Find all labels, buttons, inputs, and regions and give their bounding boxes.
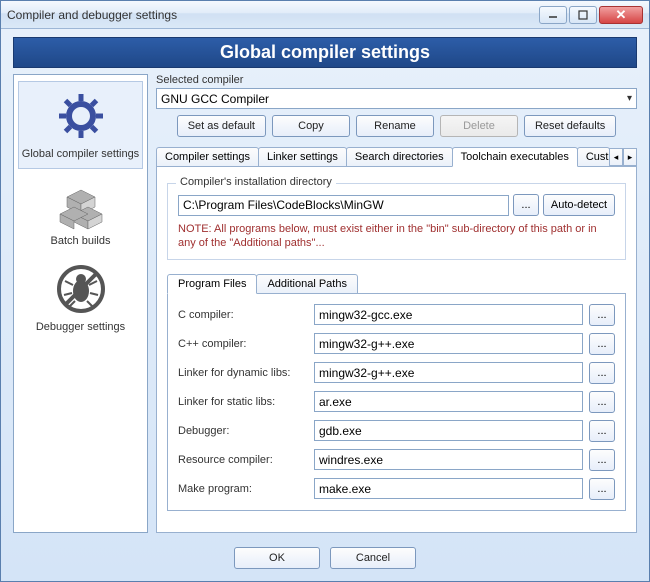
browse-resource-compiler[interactable]: ... [589, 449, 615, 471]
browse-make-program[interactable]: ... [589, 478, 615, 500]
tab-custom-vars[interactable]: Custom va [577, 147, 610, 166]
install-dir-value: C:\Program Files\CodeBlocks\MinGW [183, 198, 384, 212]
field-label: Linker for dynamic libs: [178, 367, 308, 379]
selected-compiler-label: Selected compiler [156, 74, 637, 86]
tab-scroll-left[interactable]: ◂ [609, 148, 623, 166]
close-button[interactable]: ✕ [599, 6, 643, 24]
no-bug-icon [20, 259, 141, 319]
sidebar-item-label: Global compiler settings [21, 148, 140, 160]
window-title: Compiler and debugger settings [7, 8, 539, 22]
program-files-panel: C compiler: mingw32-gcc.exe ... C++ comp… [167, 293, 626, 511]
browse-cpp-compiler[interactable]: ... [589, 333, 615, 355]
field-make-program: Make program: make.exe ... [178, 478, 615, 500]
minimize-icon [548, 11, 558, 19]
browse-c-compiler[interactable]: ... [589, 304, 615, 326]
tab-toolchain-executables[interactable]: Toolchain executables [452, 147, 578, 167]
inner-tab-program-files[interactable]: Program Files [167, 274, 257, 294]
toolchain-panel: Compiler's installation directory C:\Pro… [156, 166, 637, 533]
bricks-icon [20, 173, 141, 233]
field-debugger: Debugger: gdb.exe ... [178, 420, 615, 442]
selected-compiler-value: GNU GCC Compiler [161, 92, 269, 106]
install-dir-row: C:\Program Files\CodeBlocks\MinGW ... Au… [178, 194, 615, 216]
install-dir-groupbox: Compiler's installation directory C:\Pro… [167, 183, 626, 260]
sidebar-item-debugger[interactable]: Debugger settings [18, 255, 143, 341]
tab-scroll-arrows: ◂ ▸ [609, 148, 637, 166]
browse-dir-button[interactable]: ... [513, 194, 539, 216]
gear-icon [21, 86, 140, 146]
copy-button[interactable]: Copy [272, 115, 350, 137]
install-dir-title: Compiler's installation directory [176, 176, 336, 188]
minimize-button[interactable] [539, 6, 567, 24]
reset-defaults-button[interactable]: Reset defaults [524, 115, 616, 137]
tab-compiler-settings[interactable]: Compiler settings [156, 147, 259, 166]
inner-tab-additional-paths[interactable]: Additional Paths [256, 274, 358, 293]
browse-linker-static[interactable]: ... [589, 391, 615, 413]
debugger-input[interactable]: gdb.exe [314, 420, 583, 441]
field-c-compiler: C compiler: mingw32-gcc.exe ... [178, 304, 615, 326]
tab-scroll-right[interactable]: ▸ [623, 148, 637, 166]
maximize-button[interactable] [569, 6, 597, 24]
sidebar: Global compiler settings [13, 74, 148, 533]
chevron-right-icon: ▸ [628, 152, 633, 163]
c-compiler-input[interactable]: mingw32-gcc.exe [314, 304, 583, 325]
field-linker-dynamic: Linker for dynamic libs: mingw32-g++.exe… [178, 362, 615, 384]
field-label: Linker for static libs: [178, 396, 308, 408]
window-buttons: ✕ [539, 6, 643, 24]
compiler-button-row: Set as default Copy Rename Delete Reset … [156, 115, 637, 137]
linker-static-input[interactable]: ar.exe [314, 391, 583, 412]
sidebar-item-label: Debugger settings [20, 321, 141, 333]
settings-window: Compiler and debugger settings ✕ Global … [0, 0, 650, 582]
field-label: Resource compiler: [178, 454, 308, 466]
tab-linker-settings[interactable]: Linker settings [258, 147, 347, 166]
browse-debugger[interactable]: ... [589, 420, 615, 442]
sidebar-item-global-compiler[interactable]: Global compiler settings [18, 81, 143, 169]
ok-button[interactable]: OK [234, 547, 320, 569]
field-linker-static: Linker for static libs: ar.exe ... [178, 391, 615, 413]
resource-compiler-input[interactable]: windres.exe [314, 449, 583, 470]
field-resource-compiler: Resource compiler: windres.exe ... [178, 449, 615, 471]
field-cpp-compiler: C++ compiler: mingw32-g++.exe ... [178, 333, 615, 355]
rename-button[interactable]: Rename [356, 115, 434, 137]
dialog-footer: OK Cancel [1, 539, 649, 581]
main-area: Global compiler settings [1, 74, 649, 539]
field-label: C compiler: [178, 309, 308, 321]
browse-linker-dynamic[interactable]: ... [589, 362, 615, 384]
field-label: Debugger: [178, 425, 308, 437]
chevron-left-icon: ◂ [614, 152, 619, 163]
install-dir-input[interactable]: C:\Program Files\CodeBlocks\MinGW [178, 195, 509, 216]
cpp-compiler-input[interactable]: mingw32-g++.exe [314, 333, 583, 354]
sidebar-item-batch-builds[interactable]: Batch builds [18, 169, 143, 255]
install-dir-note: NOTE: All programs below, must exist eit… [178, 222, 615, 251]
maximize-icon [578, 10, 588, 20]
tab-search-directories[interactable]: Search directories [346, 147, 453, 166]
field-label: Make program: [178, 483, 308, 495]
page-banner: Global compiler settings [13, 37, 637, 68]
toolchain-inner-tabs: Program Files Additional Paths [167, 274, 626, 293]
cancel-button[interactable]: Cancel [330, 547, 416, 569]
sidebar-item-label: Batch builds [20, 235, 141, 247]
field-label: C++ compiler: [178, 338, 308, 350]
main-tabs: Compiler settings Linker settings Search… [156, 147, 637, 166]
delete-button: Delete [440, 115, 518, 137]
titlebar[interactable]: Compiler and debugger settings ✕ [1, 1, 649, 29]
close-icon: ✕ [616, 7, 627, 23]
make-program-input[interactable]: make.exe [314, 478, 583, 499]
selected-compiler-dropdown[interactable]: GNU GCC Compiler [156, 88, 637, 109]
set-default-button[interactable]: Set as default [177, 115, 266, 137]
content-panel: Selected compiler GNU GCC Compiler Set a… [156, 74, 637, 533]
auto-detect-button[interactable]: Auto-detect [543, 194, 615, 216]
linker-dynamic-input[interactable]: mingw32-g++.exe [314, 362, 583, 383]
